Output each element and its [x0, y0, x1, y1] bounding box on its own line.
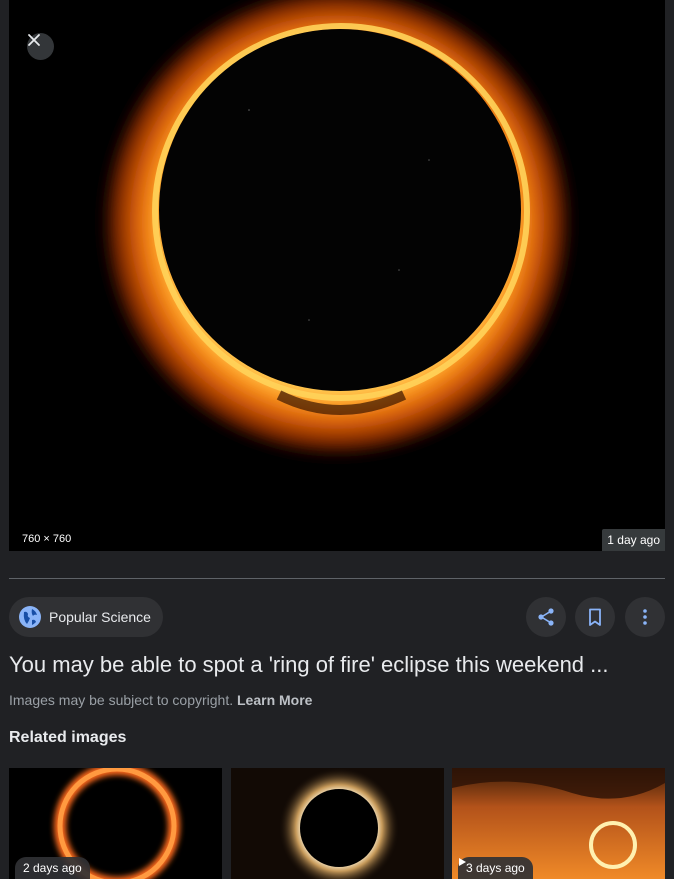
close-icon [28, 34, 40, 46]
save-button[interactable] [575, 597, 615, 637]
more-options-button[interactable] [625, 597, 665, 637]
source-name: Popular Science [49, 609, 151, 625]
related-images-heading: Related images [9, 729, 127, 746]
result-title-link[interactable]: You may be able to spot a 'ring of fire'… [9, 652, 665, 678]
copyright-text: Images may be subject to copyright. [9, 692, 234, 708]
image-dimensions: 760 × 760 [22, 533, 72, 545]
globe-icon [19, 606, 41, 628]
share-button[interactable] [526, 597, 566, 637]
related-image-3[interactable]: 3 days ago [452, 768, 665, 879]
main-image[interactable]: 760 × 760 1 day ago [9, 0, 665, 551]
thumbnail-age: 3 days ago [466, 861, 525, 875]
source-chip[interactable]: Popular Science [9, 597, 163, 637]
divider [9, 578, 665, 579]
learn-more-link[interactable]: Learn More [237, 692, 312, 708]
image-age-badge: 1 day ago [602, 529, 665, 551]
related-image-1[interactable]: 2 days ago [9, 768, 222, 879]
close-button[interactable] [27, 33, 54, 60]
related-image-2[interactable] [231, 768, 444, 879]
play-icon [459, 858, 466, 866]
bookmark-icon [589, 608, 601, 626]
copyright-notice: Images may be subject to copyright. Lear… [9, 692, 312, 708]
share-icon [538, 608, 554, 626]
eclipse-image [9, 0, 665, 551]
thumbnail-age-badge: 2 days ago [15, 857, 90, 879]
thumbnail-age: 2 days ago [23, 861, 82, 875]
total-eclipse-thumbnail [231, 768, 444, 879]
more-vert-icon [643, 609, 647, 625]
thumbnail-age-badge: 3 days ago [458, 857, 533, 879]
